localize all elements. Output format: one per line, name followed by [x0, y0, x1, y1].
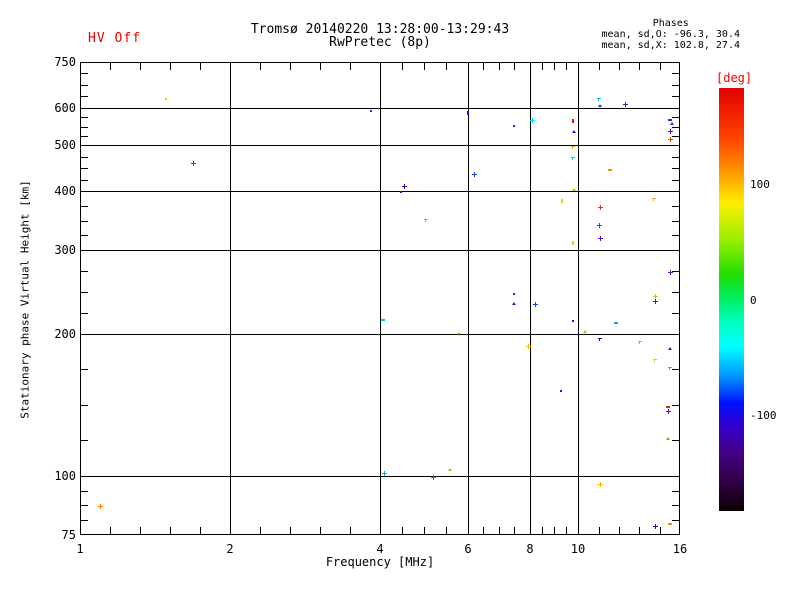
y-axis-tick-label: 100	[54, 469, 76, 483]
plot-frame	[80, 62, 680, 535]
x-axis-tick-label: 16	[672, 542, 688, 556]
colorbar-tick-label: 100	[750, 178, 770, 191]
y-axis-tick-label: 750	[54, 55, 76, 69]
y-axis-tick-label: 600	[54, 101, 76, 115]
colorbar-unit-label: [deg]	[716, 71, 753, 85]
x-axis-tick-label: 6	[464, 542, 472, 556]
colorbar-tick-label: 0	[750, 294, 757, 307]
y-axis-tick-label: 200	[54, 327, 76, 341]
y-axis-tick-label: 75	[61, 528, 76, 542]
x-axis-tick-label: 8	[526, 542, 534, 556]
x-axis-label: Frequency [MHz]	[325, 555, 435, 569]
y-axis-tick-label: 500	[54, 138, 76, 152]
x-axis-tick-label: 4	[376, 542, 384, 556]
y-axis-tick-label: 300	[54, 243, 76, 257]
x-axis-tick-label: 1	[76, 542, 84, 556]
colorbar-tick-label: -100	[750, 409, 777, 422]
y-axis-tick-label: 400	[54, 184, 76, 198]
x-axis-tick-label: 2	[226, 542, 234, 556]
y-axis-label: Stationary phase Virtual Height [km]	[18, 180, 32, 419]
ionogram-window: { "header": { "hv_status": "HV Off", "hv…	[0, 0, 800, 600]
x-axis-tick-label: 10	[570, 542, 586, 556]
colorbar	[719, 88, 744, 511]
